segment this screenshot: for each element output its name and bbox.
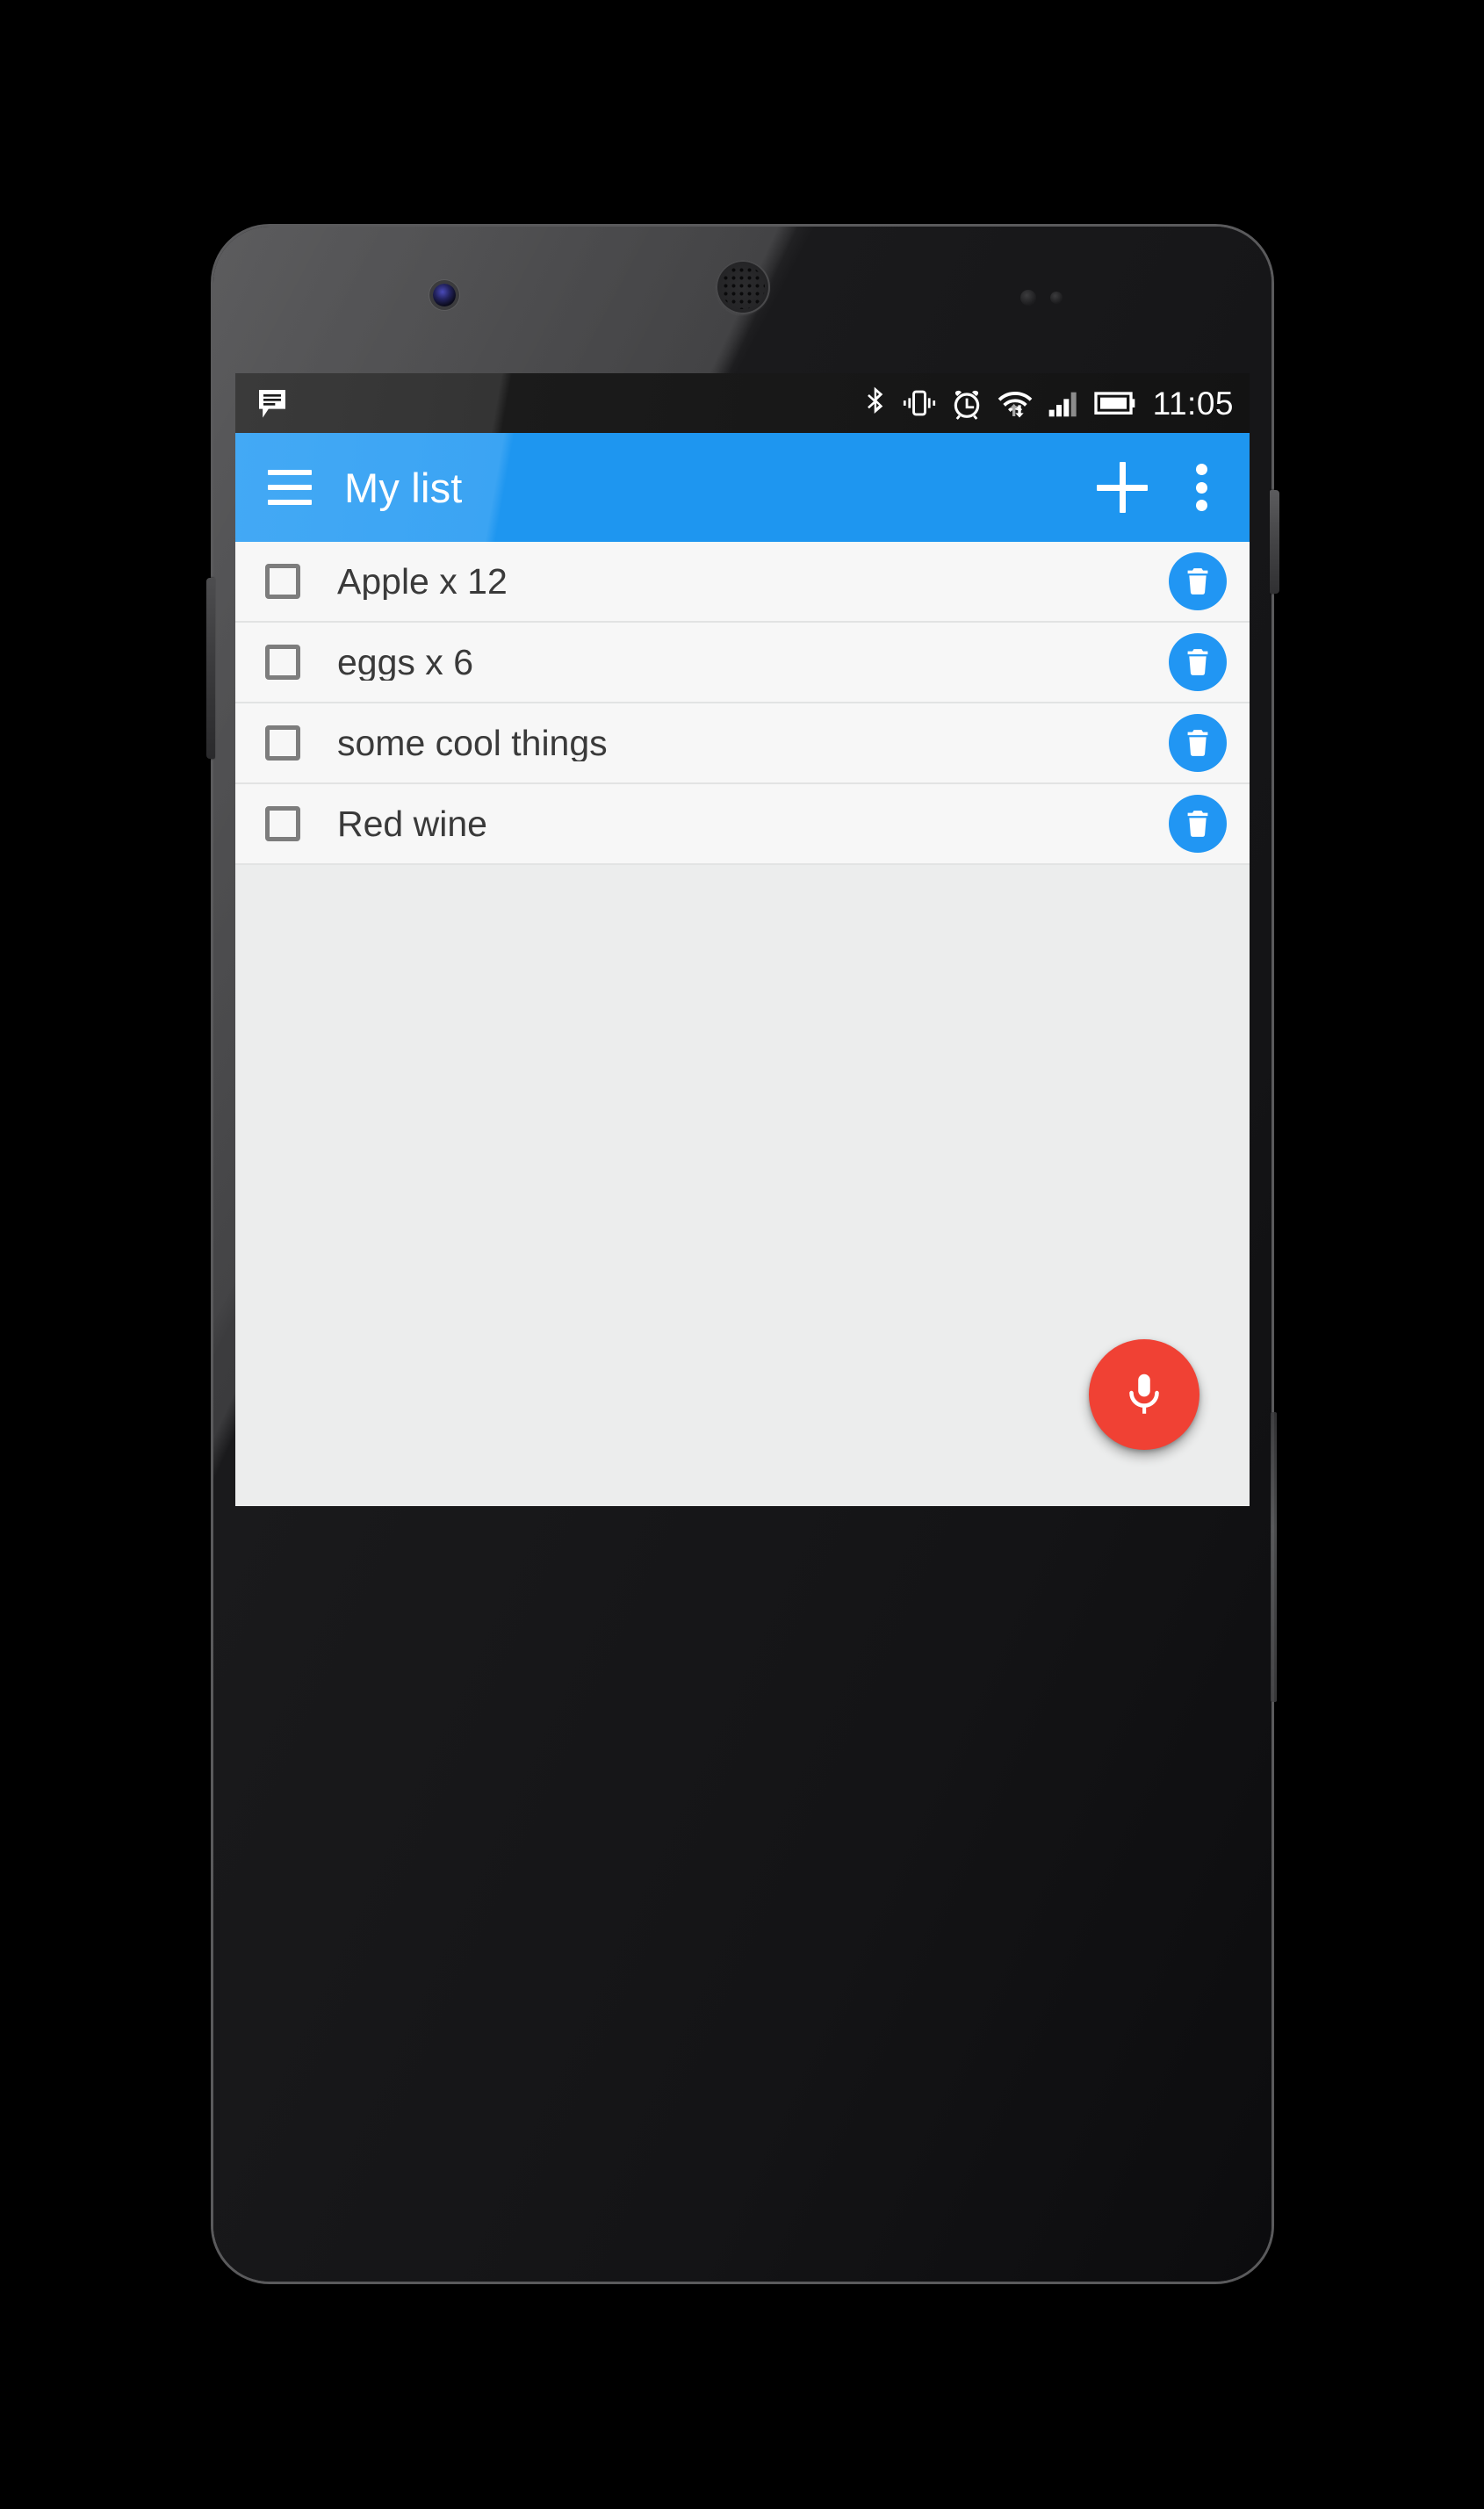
trash-icon [1187, 649, 1208, 675]
microphone-icon [1129, 1373, 1159, 1414]
alarm-icon [954, 390, 979, 420]
list-item[interactable]: Red wine [235, 784, 1250, 865]
trash-icon [1187, 730, 1208, 756]
checkbox-unchecked-icon[interactable] [265, 564, 300, 599]
trash-icon [1187, 568, 1208, 595]
trash-icon [1187, 811, 1208, 837]
list-item-label: Red wine [337, 805, 487, 842]
hamburger-line [268, 470, 312, 475]
signal-icon [1048, 392, 1077, 417]
wifi-icon [998, 391, 1032, 418]
overflow-dot [1195, 500, 1207, 511]
vibrate-icon [903, 390, 935, 416]
list-item[interactable]: some cool things [235, 703, 1250, 784]
list-item[interactable]: eggs x 6 [235, 623, 1250, 703]
status-bar-system-icons: 11:05 [861, 386, 1234, 421]
message-icon [259, 390, 285, 418]
proximity-sensor-dot [1020, 290, 1036, 306]
list-item[interactable]: Apple x 12 [235, 542, 1250, 623]
more-vert-icon[interactable] [1188, 460, 1214, 515]
power-button[interactable] [1270, 490, 1279, 594]
list-item-label: eggs x 6 [337, 644, 473, 681]
delete-item-button[interactable] [1169, 552, 1227, 610]
bluetooth-icon [867, 386, 882, 414]
front-camera [433, 284, 456, 306]
earpiece-speaker [715, 260, 770, 314]
status-bar-notifications [255, 386, 290, 421]
checkbox-unchecked-icon[interactable] [265, 645, 300, 680]
phone-screen: 11:05 My list Apple x 12 eggs x 6 some coo… [235, 373, 1250, 1506]
app-bar: My list [235, 433, 1250, 542]
status-bar: 11:05 [235, 373, 1250, 433]
phone-device-frame: 11:05 My list Apple x 12 eggs x 6 some coo… [206, 227, 1279, 2282]
delete-item-button[interactable] [1169, 795, 1227, 853]
hamburger-line [268, 500, 312, 505]
list-item-label: some cool things [337, 725, 608, 761]
volume-rocker-button[interactable] [206, 578, 215, 759]
overflow-dot [1195, 464, 1207, 475]
overflow-dot [1195, 481, 1207, 494]
delete-item-button[interactable] [1169, 714, 1227, 772]
shopping-list: Apple x 12 eggs x 6 some cool things Red wi… [235, 542, 1250, 865]
battery-icon [1093, 392, 1135, 415]
proximity-sensor [1020, 290, 1085, 307]
page-title: My list [344, 464, 463, 511]
voice-input-fab[interactable] [1089, 1339, 1199, 1450]
sim-tray [1271, 1412, 1277, 1702]
hamburger-icon[interactable] [262, 459, 318, 515]
checkbox-unchecked-icon[interactable] [265, 806, 300, 841]
plus-icon[interactable] [1097, 462, 1148, 513]
ambient-light-sensor-dot [1050, 292, 1063, 304]
delete-item-button[interactable] [1169, 633, 1227, 691]
list-item-label: Apple x 12 [337, 563, 508, 600]
app-bar-actions [1097, 460, 1225, 515]
checkbox-unchecked-icon[interactable] [265, 725, 300, 761]
hamburger-line [268, 485, 312, 490]
earpiece-mesh [720, 265, 765, 309]
status-bar-clock: 11:05 [1152, 385, 1234, 422]
